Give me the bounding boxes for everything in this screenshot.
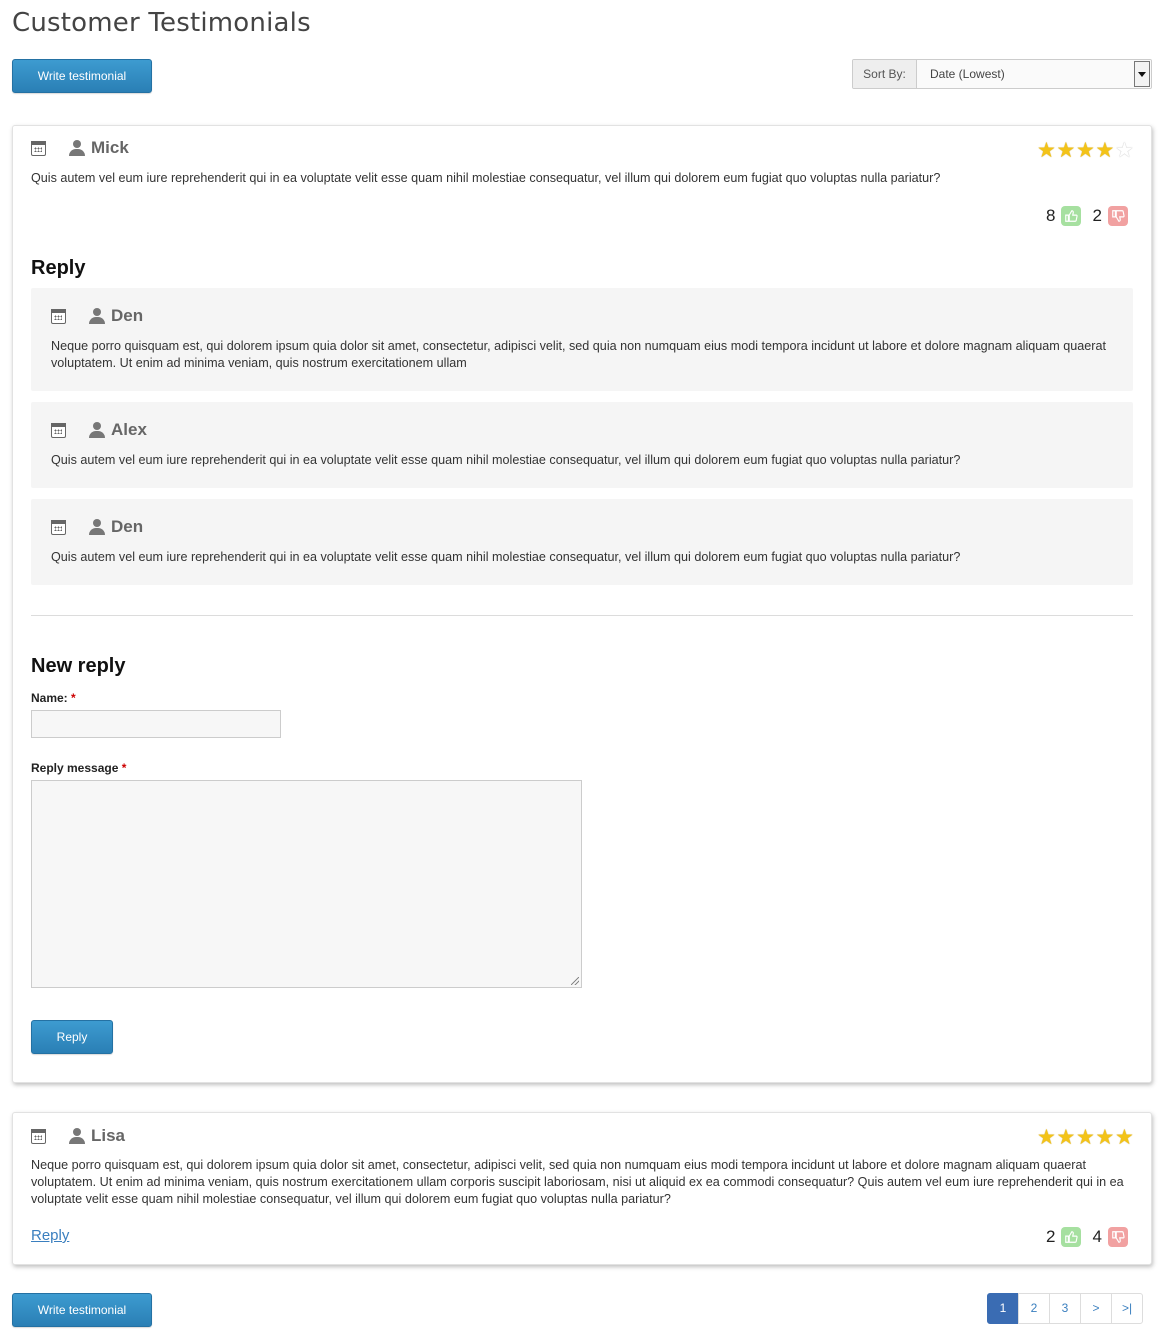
testimonial-card: Lisa ★ ★ ★ ★ ★ Neque porro quisquam est, qui… xyxy=(12,1112,1152,1265)
sort-label: Sort By: xyxy=(853,60,917,88)
reply-author: Alex xyxy=(111,420,147,439)
name-label-text: Name: xyxy=(31,691,68,705)
vote-counts: 2 4 xyxy=(1046,1227,1128,1247)
sort-selected-value: Date (Lowest) xyxy=(930,67,1005,81)
pagination: 1 2 3 > >| xyxy=(987,1293,1143,1324)
rating-stars: ★ ★ ★ ★ ★ xyxy=(1037,1126,1135,1149)
star-icon: ★ xyxy=(1037,1126,1056,1149)
testimonial-text: Quis autem vel eum iure reprehenderit qu… xyxy=(31,171,941,185)
user-icon xyxy=(89,308,105,324)
reply-meta: Den xyxy=(51,517,143,537)
replies-heading: Reply xyxy=(31,257,86,279)
write-testimonial-button[interactable]: Write testimonial xyxy=(12,59,152,93)
page-title: Customer Testimonials xyxy=(12,8,311,38)
dislikes-count: 4 xyxy=(1092,1227,1102,1246)
write-testimonial-button-bottom[interactable]: Write testimonial xyxy=(12,1293,152,1327)
submit-reply-button[interactable]: Reply xyxy=(31,1020,113,1054)
likes-count: 2 xyxy=(1046,1227,1056,1246)
thumbs-down-icon[interactable] xyxy=(1107,1227,1128,1247)
reply-item: Den Quis autem vel eum iure reprehenderi… xyxy=(31,499,1133,585)
name-input[interactable] xyxy=(31,710,281,738)
testimonial-card: Mick ★ ★ ★ ★ ★ Quis autem vel eum iure repre… xyxy=(12,125,1152,1083)
name-label: Name: * xyxy=(31,691,76,705)
user-icon xyxy=(89,519,105,535)
reply-author: Den xyxy=(111,517,144,536)
divider xyxy=(31,615,1133,616)
reply-meta: Den xyxy=(51,306,143,326)
thumbs-up-icon[interactable] xyxy=(1061,1227,1082,1247)
message-label: Reply message * xyxy=(31,761,126,775)
dislikes-count: 2 xyxy=(1092,206,1102,225)
likes-count: 8 xyxy=(1046,206,1056,225)
star-icon: ★ xyxy=(1095,139,1115,162)
last-page-button[interactable]: >| xyxy=(1111,1293,1143,1324)
user-icon xyxy=(69,140,85,156)
sort-control: Sort By: Date (Lowest) xyxy=(852,59,1152,89)
testimonial-meta: Mick xyxy=(31,138,129,158)
next-page-button[interactable]: > xyxy=(1080,1293,1112,1324)
star-icon: ★ xyxy=(1056,139,1076,162)
reply-text: Quis autem vel eum iure reprehenderit qu… xyxy=(51,550,961,564)
page-3-button[interactable]: 3 xyxy=(1049,1293,1081,1324)
testimonial-text: Neque porro quisquam est, qui dolorem ip… xyxy=(31,1158,1124,1206)
page-1-button[interactable]: 1 xyxy=(987,1293,1019,1324)
star-icon: ★ xyxy=(1115,1126,1134,1149)
reply-text: Neque porro quisquam est, qui dolorem ip… xyxy=(51,339,1106,370)
thumbs-up-icon[interactable] xyxy=(1061,206,1082,226)
author-name: Lisa xyxy=(91,1126,126,1145)
calendar-icon xyxy=(51,519,66,535)
reply-item: Den Neque porro quisquam est, qui dolore… xyxy=(31,288,1133,391)
star-icon: ★ xyxy=(1115,139,1134,162)
calendar-icon xyxy=(51,422,66,438)
required-mark: * xyxy=(71,691,76,705)
user-icon xyxy=(69,1128,85,1144)
star-icon: ★ xyxy=(1037,139,1056,162)
calendar-icon xyxy=(31,1128,46,1144)
reply-meta: Alex xyxy=(51,420,147,440)
reply-item: Alex Quis autem vel eum iure reprehender… xyxy=(31,402,1133,488)
reply-author: Den xyxy=(111,306,144,325)
vote-counts: 8 2 xyxy=(1046,206,1128,226)
calendar-icon xyxy=(51,308,66,324)
message-label-text: Reply message xyxy=(31,761,119,775)
resize-handle-icon[interactable] xyxy=(571,977,579,985)
calendar-icon xyxy=(31,140,46,156)
page-2-button[interactable]: 2 xyxy=(1018,1293,1050,1324)
rating-stars: ★ ★ ★ ★ ★ xyxy=(1037,139,1135,162)
star-icon: ★ xyxy=(1076,1126,1095,1149)
star-icon: ★ xyxy=(1095,1126,1115,1149)
thumbs-down-icon[interactable] xyxy=(1107,206,1128,226)
sort-select[interactable]: Date (Lowest) xyxy=(917,60,1151,88)
chevron-down-icon[interactable] xyxy=(1134,61,1150,87)
author-name: Mick xyxy=(91,138,129,157)
reply-link[interactable]: Reply xyxy=(31,1227,69,1244)
required-mark: * xyxy=(121,761,127,775)
user-icon xyxy=(89,422,105,438)
testimonial-meta: Lisa xyxy=(31,1126,125,1146)
new-reply-heading: New reply xyxy=(31,655,126,677)
star-icon: ★ xyxy=(1056,1126,1076,1149)
star-icon: ★ xyxy=(1076,139,1095,162)
reply-text: Quis autem vel eum iure reprehenderit qu… xyxy=(51,453,961,467)
reply-message-textarea[interactable] xyxy=(31,780,582,988)
